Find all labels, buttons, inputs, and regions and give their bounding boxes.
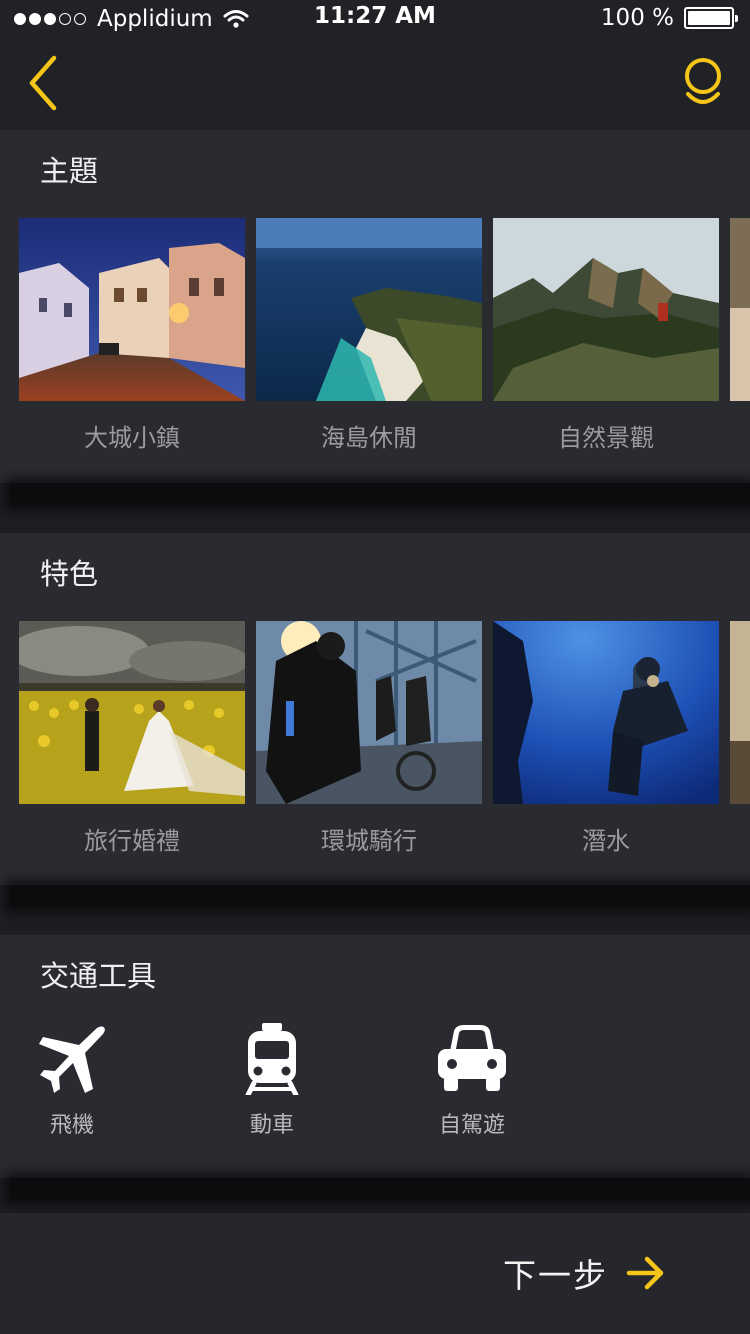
scuba-diver-image [493,621,719,804]
status-bar: Applidium 11:27 AM 100 % [0,0,750,40]
next-step-label: 下一步 [503,1256,608,1295]
next-step-button[interactable]: 下一步 [503,1249,666,1297]
section-title: 特色 [40,557,99,591]
transport-label-airplane: 飛機 [49,1113,94,1138]
transport-airplane[interactable]: 飛機 [12,1023,132,1139]
section-divider [10,483,750,505]
feature-label-diving: 潛水 [582,827,630,855]
section-divider [10,885,750,907]
section-title: 主題 [40,154,99,188]
transport-label-car: 自駕遊 [438,1113,505,1138]
section-title: 交通工具 [40,959,157,993]
partial-card-image [730,218,750,401]
partial-card-image [730,621,750,804]
theme-card-partial[interactable] [730,218,750,401]
theme-card-nature[interactable] [493,218,719,401]
feature-card-cycling[interactable] [256,621,482,804]
feature-label-wedding: 旅行婚禮 [84,827,180,855]
feature-section: 特色 旅行婚禮 環城騎行 潛水 [0,533,750,885]
cyclists-on-bridge-image [256,621,482,804]
feature-card-wedding[interactable] [19,621,245,804]
feature-card-partial[interactable] [730,621,750,804]
sunflower-wedding-image [19,621,245,804]
theme-card-town[interactable] [19,218,245,401]
transport-label-train: 動車 [249,1113,294,1138]
chevron-left-icon [29,55,57,111]
car-icon [438,1025,506,1091]
battery-percent: 100 % [600,5,674,31]
theme-card-island[interactable] [256,218,482,401]
theme-carousel[interactable] [0,218,750,403]
theme-label-nature: 自然景觀 [558,424,654,452]
town-street-image [19,218,245,401]
train-icon [245,1023,299,1095]
feature-carousel[interactable] [0,621,750,806]
arrow-right-icon [626,1256,664,1290]
footer-bar: 下一步 [0,1213,750,1334]
coastal-cliffs-image [256,218,482,401]
battery-icon [684,7,738,29]
status-right: 100 % [600,5,738,31]
airplane-icon [39,1026,105,1093]
feature-label-cycling: 環城騎行 [321,827,417,855]
profile-button[interactable] [676,54,730,116]
theme-label-town: 大城小鎮 [84,424,180,452]
mountain-peaks-image [493,218,719,401]
feature-card-diving[interactable] [493,621,719,804]
back-button[interactable] [22,52,72,114]
nav-bar [0,40,750,130]
theme-section: 主題 大城小鎮 海島休閒 自然景觀 [0,130,750,483]
transport-train[interactable]: 動車 [212,1023,332,1139]
profile-icon [685,58,721,104]
section-divider [10,1178,750,1200]
transport-car[interactable]: 自駕遊 [412,1023,532,1139]
theme-label-island: 海島休閒 [321,424,417,452]
transport-section: 交通工具 飛機 動車 自駕遊 [0,935,750,1178]
